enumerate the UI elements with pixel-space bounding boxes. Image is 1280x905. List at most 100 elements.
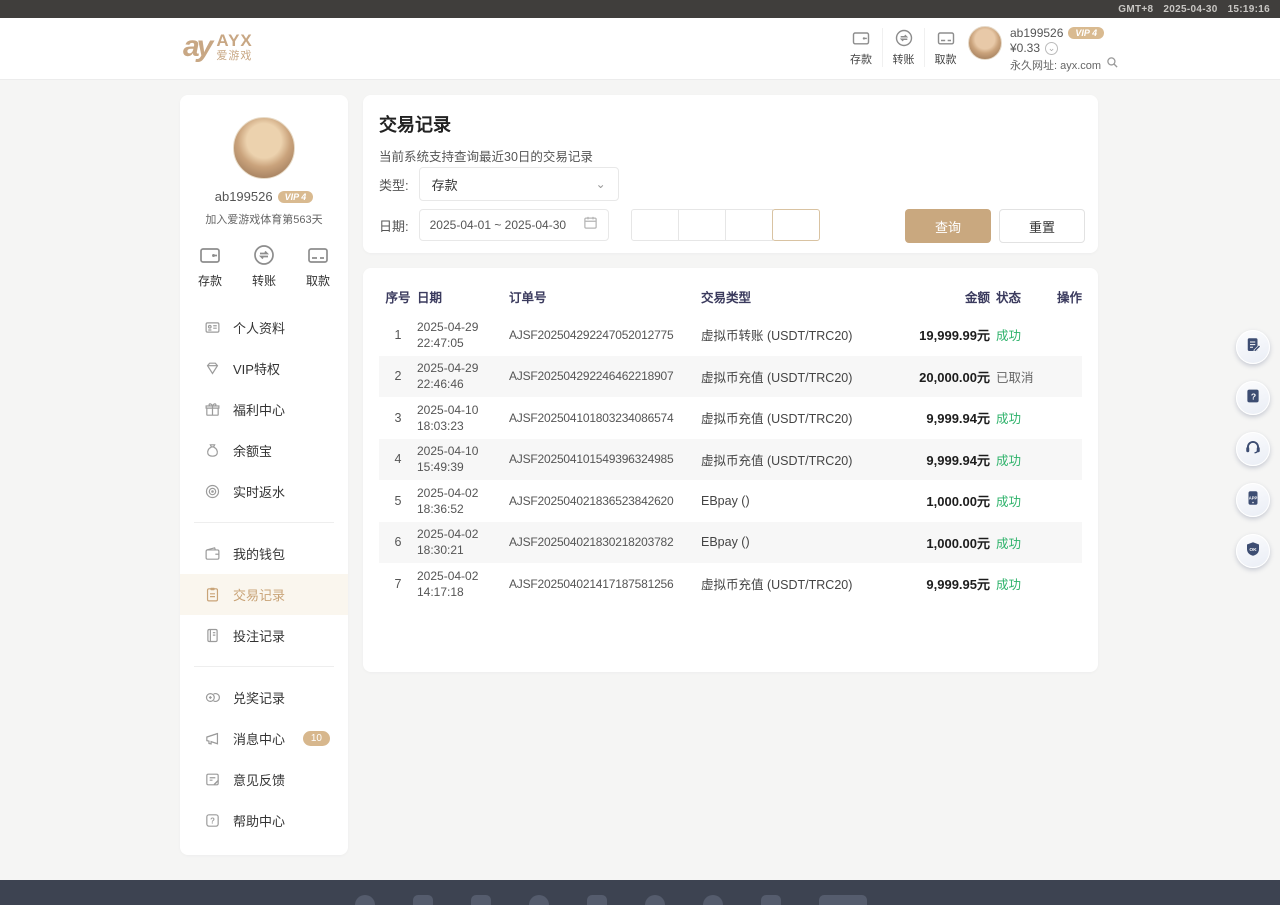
logo-monogram-icon: ay — [183, 30, 210, 64]
status-badge: 成功 — [996, 325, 1046, 344]
order-number: AJSF202504101549396324985 — [509, 452, 701, 466]
transaction-type: 虚拟币转账 (USDT/TRC20) — [701, 325, 883, 344]
row-date: 2025-04-10 — [417, 402, 509, 418]
logo-brand-text: AYX — [216, 32, 252, 49]
row-date: 2025-04-29 — [417, 319, 509, 335]
amount: 9,999.94元 — [883, 450, 996, 469]
card-icon — [936, 28, 956, 48]
sidebar-menu-item[interactable]: 投注记录 — [180, 615, 348, 656]
sidebar-menu-item[interactable]: 兑奖记录 — [180, 677, 348, 718]
date-range-button[interactable] — [725, 209, 773, 241]
sidebar-menu-item[interactable]: 福利中心 — [180, 389, 348, 430]
sidebar-menu-item[interactable]: 余额宝 — [180, 430, 348, 471]
headset-icon — [1244, 438, 1262, 461]
sidebar-menu-item[interactable]: VIP特权 — [180, 348, 348, 389]
unread-count-badge: 10 — [303, 731, 330, 746]
order-number: AJSF202504101803234086574 — [509, 411, 701, 425]
brand-logo[interactable]: ay AYX 爱游戏 — [183, 30, 253, 64]
date-range-button[interactable] — [678, 209, 726, 241]
notebook-icon — [204, 627, 221, 644]
transaction-type: 虚拟币充值 (USDT/TRC20) — [701, 408, 883, 427]
sidebar-menu-item[interactable]: 实时返水 — [180, 471, 348, 512]
quick-action-button[interactable]: 取款 — [924, 28, 966, 67]
footer-partial-icons — [355, 895, 867, 905]
row-time: 18:30:21 — [417, 542, 509, 558]
status-badge: 成功 — [996, 491, 1046, 510]
id-card-icon — [204, 319, 221, 336]
status-badge: 成功 — [996, 408, 1046, 427]
sidebar-menu-item[interactable]: 交易记录 — [180, 574, 348, 615]
order-number: AJSF202504021417187581256 — [509, 577, 701, 591]
wallet-icon — [198, 243, 222, 267]
quick-action-button[interactable]: 存款 — [840, 28, 882, 67]
reset-button[interactable]: 重置 — [999, 209, 1085, 243]
date-filter-label: 日期: — [379, 216, 409, 235]
floating-button[interactable]: ? — [1236, 381, 1270, 415]
sidebar-menu-item[interactable]: ? 帮助中心 — [180, 800, 348, 841]
floating-button[interactable]: APP — [1236, 483, 1270, 517]
quick-action-button[interactable]: 转账 — [882, 28, 924, 67]
order-number: AJSF202504021830218203782 — [509, 535, 701, 549]
gift-icon — [204, 401, 221, 418]
row-date: 2025-04-02 — [417, 526, 509, 542]
svg-text:OK: OK — [1249, 546, 1257, 552]
sidebar-menu-item[interactable]: 消息中心 10 — [180, 718, 348, 759]
vip-icon — [204, 360, 221, 377]
date-quick-ranges — [631, 209, 820, 241]
row-time: 14:17:18 — [417, 584, 509, 600]
row-date: 2025-04-02 — [417, 485, 509, 501]
timezone-label: GMT+8 — [1118, 4, 1153, 15]
transaction-filter-panel: 交易记录 当前系统支持查询最近30日的交易记录 类型: 存款 ⌄ 日期: 202… — [363, 95, 1098, 253]
profile-summary: ab199526 VIP 4 加入爱游戏体育第563天 — [180, 95, 348, 227]
sidebar-menu-item[interactable]: 个人资料 — [180, 307, 348, 348]
quick-action-button[interactable]: 转账 — [252, 243, 276, 289]
date-range-input[interactable]: 2025-04-01 ~ 2025-04-30 — [419, 209, 609, 241]
date-range-button[interactable] — [631, 209, 679, 241]
floating-button[interactable] — [1236, 330, 1270, 364]
helpbook-icon: ? — [1244, 387, 1262, 410]
sidebar-menu: 个人资料 VIP特权 福利中心 余额宝 实时返水 我的钱包 交易记录 — [180, 307, 348, 841]
col-status: 状态 — [996, 287, 1046, 306]
table-row: 3 2025-04-10 18:03:23 AJSF20250410180323… — [379, 397, 1082, 439]
transaction-type: 虚拟币充值 (USDT/TRC20) — [701, 574, 883, 593]
quick-action-button[interactable]: 存款 — [198, 243, 222, 289]
col-date: 日期 — [417, 287, 509, 306]
help-icon: ? — [204, 812, 221, 829]
permanent-url: 永久网址: ayx.com — [1010, 57, 1101, 73]
user-block[interactable]: ab199526 VIP 4 ¥0.33 ⌄ 永久网址: ayx.com — [968, 26, 1119, 74]
page-subtitle: 当前系统支持查询最近30日的交易记录 — [363, 137, 1098, 165]
col-type: 交易类型 — [701, 287, 883, 306]
transaction-type: EBpay () — [701, 494, 883, 508]
page-title: 交易记录 — [363, 95, 1098, 137]
status-badge: 已取消 — [996, 367, 1046, 386]
transfer-icon — [252, 243, 276, 267]
avatar[interactable] — [233, 117, 295, 179]
amount: 9,999.94元 — [883, 408, 996, 427]
sidebar-menu-item[interactable]: 我的钱包 — [180, 533, 348, 574]
date-range-button[interactable] — [772, 209, 820, 241]
status-badge: 成功 — [996, 574, 1046, 593]
refresh-balance-icon[interactable]: ⌄ — [1045, 42, 1058, 55]
col-amount: 金额 — [883, 287, 996, 306]
account-sidebar: ab199526 VIP 4 加入爱游戏体育第563天 存款 转账 取款 个人资… — [180, 95, 348, 855]
username: ab199526 — [1010, 26, 1063, 40]
moneybag-icon — [204, 442, 221, 459]
avatar[interactable] — [968, 26, 1002, 60]
quick-action-button[interactable]: 取款 — [306, 243, 330, 289]
divider — [194, 666, 334, 667]
col-no: 序号 — [379, 287, 417, 306]
card-icon — [306, 243, 330, 267]
row-date: 2025-04-02 — [417, 568, 509, 584]
query-button[interactable]: 查询 — [905, 209, 991, 243]
search-icon[interactable] — [1106, 56, 1119, 74]
wallet2-icon — [204, 545, 221, 562]
floating-button[interactable]: OK — [1236, 534, 1270, 568]
svg-text:?: ? — [1251, 391, 1256, 401]
megaphone-icon — [204, 730, 221, 747]
chevron-down-icon: ⌄ — [596, 177, 606, 191]
sidebar-menu-item[interactable]: 意见反馈 — [180, 759, 348, 800]
transaction-type-select[interactable]: 存款 ⌄ — [419, 167, 619, 201]
floating-button[interactable] — [1236, 432, 1270, 466]
row-time: 22:47:05 — [417, 335, 509, 351]
logo-sub-text: 爱游戏 — [216, 51, 252, 62]
